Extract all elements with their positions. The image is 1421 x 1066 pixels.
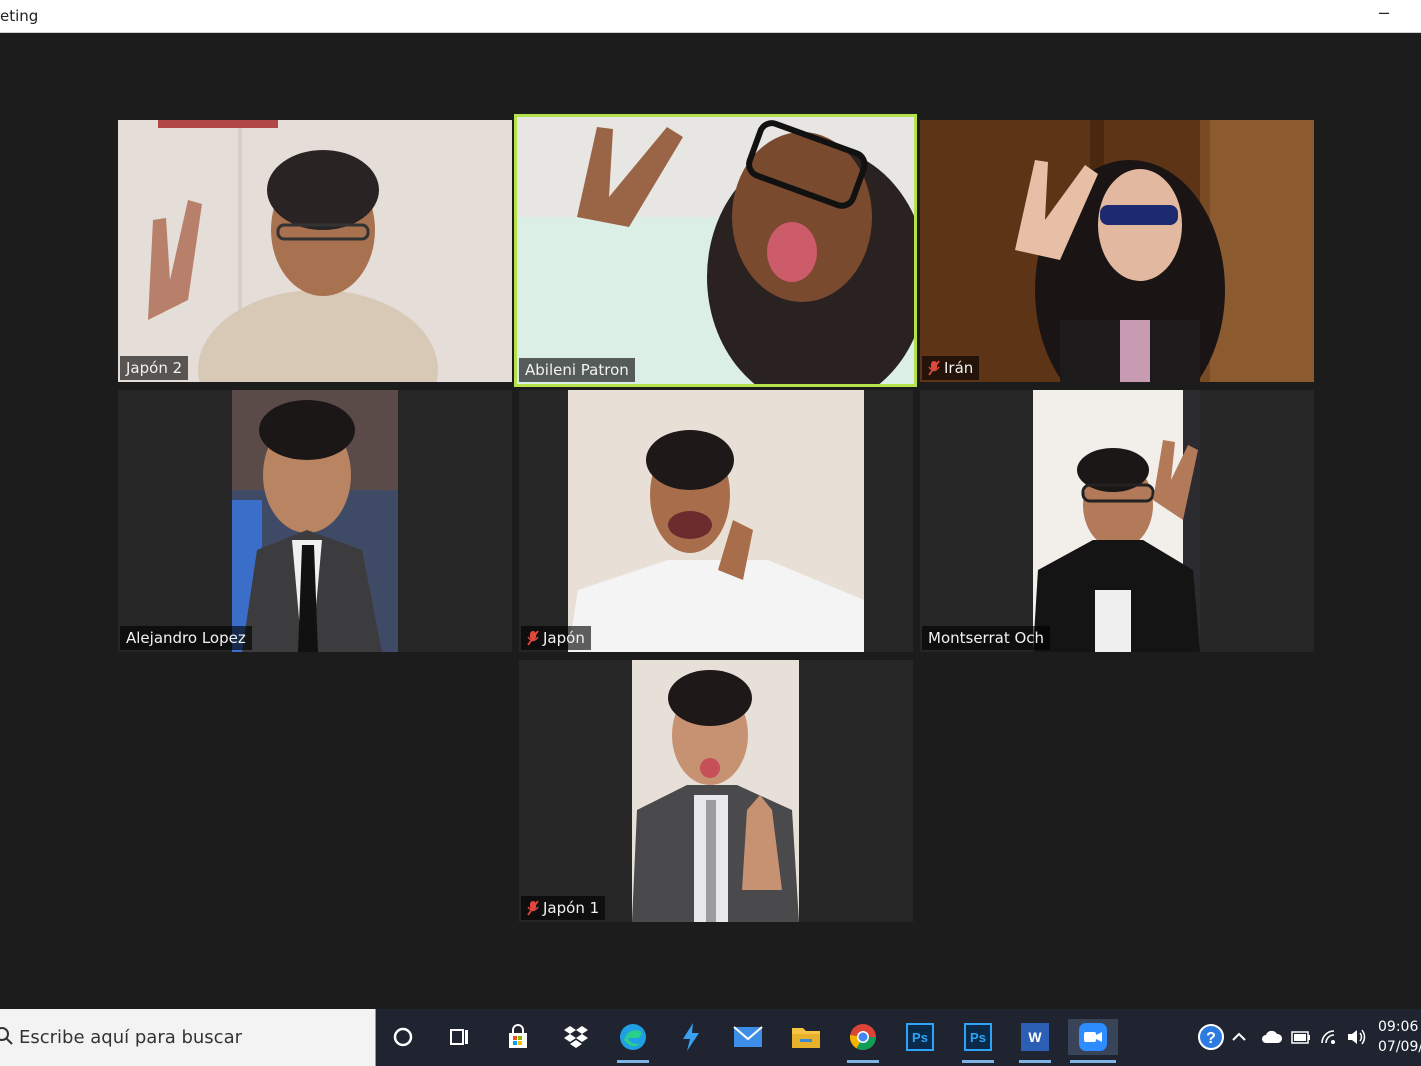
participant-name-tag: Japón 1 (521, 896, 606, 920)
minimize-button[interactable]: – (1379, 2, 1389, 23)
participant-video (517, 117, 914, 384)
muted-mic-icon (527, 900, 539, 916)
participant-tile[interactable]: Alejandro Lopez (118, 390, 512, 652)
photoshop-icon[interactable]: Ps (960, 1019, 996, 1063)
system-clock[interactable]: 09:06 p 07/09/2 (1378, 1017, 1421, 1057)
participant-video (632, 660, 799, 922)
participant-name-tag: Abileni Patron (519, 358, 635, 382)
battery-icon[interactable] (1288, 1019, 1314, 1055)
participant-name: Japón (543, 629, 585, 647)
chrome-icon[interactable] (845, 1019, 881, 1063)
edge-icon[interactable] (615, 1019, 651, 1063)
video-frame-illustration (517, 120, 914, 384)
store-icon[interactable] (500, 1019, 536, 1055)
onedrive-icon[interactable] (1259, 1019, 1285, 1055)
search-icon (0, 1027, 13, 1045)
video-frame-illustration (1033, 390, 1200, 652)
mail-icon[interactable] (730, 1019, 766, 1055)
participant-tile[interactable]: Japón 2 (118, 120, 512, 382)
muted-mic-icon (527, 630, 539, 646)
windows-taskbar: Escribe aquí para buscar Ps Ps W ? 09:06… (0, 1009, 1421, 1066)
participant-tile[interactable]: Montserrat Och (920, 390, 1314, 652)
participant-video (118, 120, 512, 382)
chevron-up-icon[interactable] (1227, 1019, 1251, 1055)
participant-name: Japón 2 (126, 359, 183, 377)
word-label: W (1021, 1023, 1049, 1051)
task-view-icon[interactable] (441, 1019, 477, 1055)
participant-name: Japón 1 (543, 899, 600, 917)
participant-name-tag: Japón 2 (120, 356, 189, 380)
taskbar-search-box[interactable]: Escribe aquí para buscar (0, 1009, 376, 1066)
participant-name: Montserrat Och (928, 629, 1045, 647)
photoshop-icon[interactable]: Ps (902, 1019, 938, 1055)
window-titlebar: eting – (0, 0, 1421, 33)
wifi-icon[interactable] (1318, 1019, 1342, 1055)
video-frame-illustration (232, 390, 398, 652)
participant-video (1033, 390, 1200, 652)
volume-icon[interactable] (1344, 1019, 1370, 1055)
video-frame-illustration (148, 120, 438, 382)
lightning-app-icon[interactable] (673, 1019, 709, 1055)
search-placeholder: Escribe aquí para buscar (19, 1027, 243, 1048)
participant-name: Alejandro Lopez (126, 629, 246, 647)
file-explorer-icon[interactable] (788, 1019, 824, 1055)
clock-date: 07/09/2 (1378, 1039, 1421, 1055)
participant-name-tag: Japón (521, 626, 591, 650)
participant-tile-active-speaker[interactable]: Abileni Patron (514, 114, 917, 387)
photoshop-label: Ps (964, 1023, 992, 1051)
participant-video (568, 390, 864, 652)
participant-tile[interactable]: Irán (920, 120, 1314, 382)
word-icon[interactable]: W (1017, 1019, 1053, 1063)
participant-name-tag: Irán (922, 356, 980, 380)
participant-name: Abileni Patron (525, 361, 629, 379)
help-icon[interactable]: ? (1193, 1019, 1229, 1055)
video-gallery: Japón 2 Abileni Patron Irán Alejandro Lo… (0, 33, 1421, 1009)
window-title: eting (0, 7, 39, 25)
video-frame-illustration (568, 430, 864, 652)
svg-text:?: ? (1206, 1030, 1216, 1047)
participant-tile[interactable]: Japón 1 (519, 660, 913, 922)
participant-video (920, 120, 1314, 382)
participant-name: Irán (944, 359, 974, 377)
participant-video (232, 390, 398, 652)
video-frame-illustration (632, 670, 799, 922)
clock-time: 09:06 p (1378, 1019, 1421, 1035)
dropbox-icon[interactable] (558, 1019, 594, 1055)
zoom-icon[interactable] (1068, 1019, 1118, 1063)
cortana-icon[interactable] (385, 1019, 421, 1055)
muted-mic-icon (928, 360, 940, 376)
video-frame-illustration (1015, 120, 1314, 382)
participant-tile[interactable]: Japón (519, 390, 913, 652)
participant-name-tag: Alejandro Lopez (120, 626, 252, 650)
photoshop-label: Ps (906, 1023, 934, 1051)
participant-name-tag: Montserrat Och (922, 626, 1051, 650)
